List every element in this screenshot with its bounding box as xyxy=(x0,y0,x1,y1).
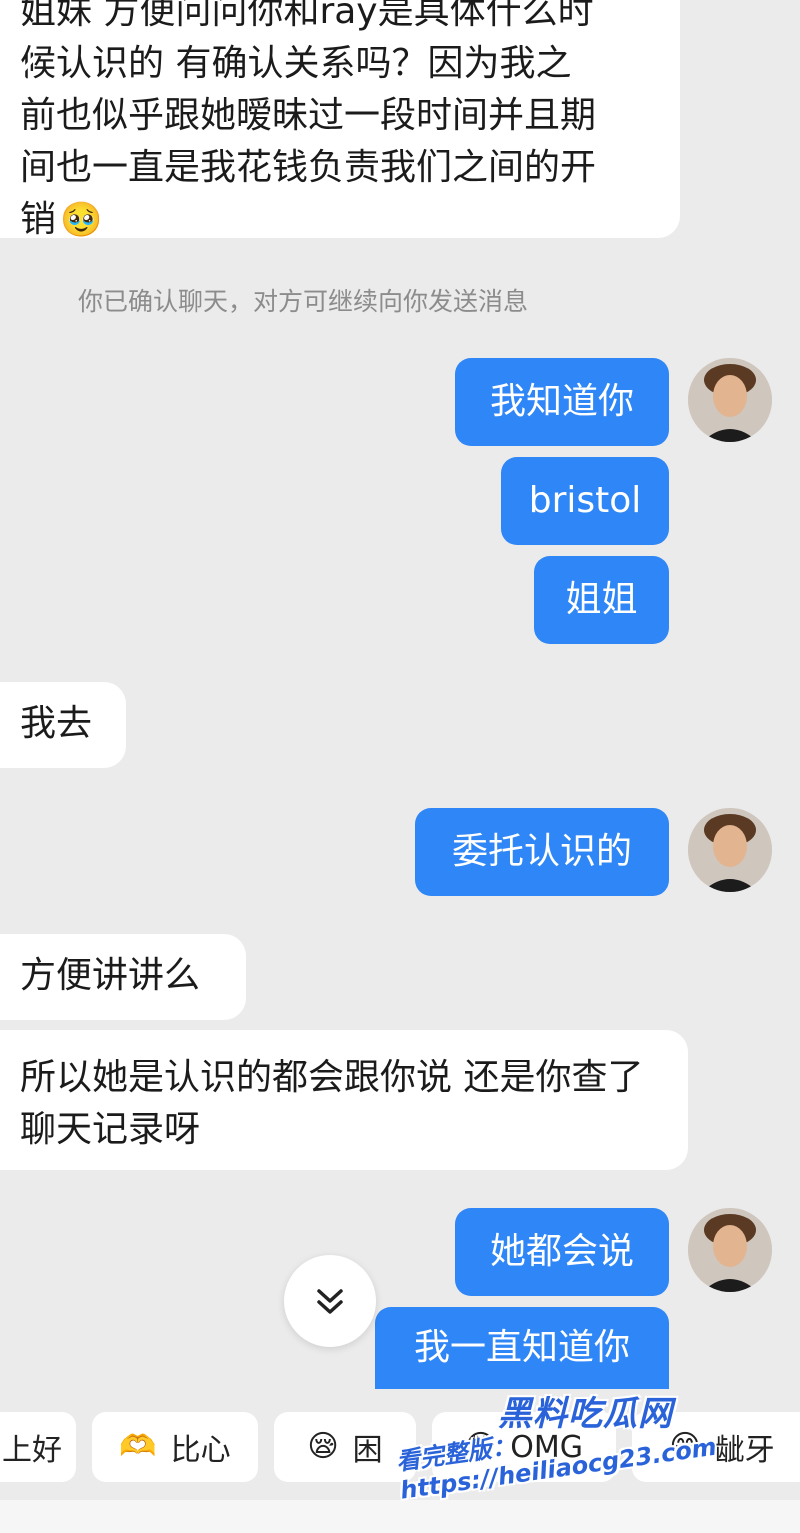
incoming-message-top: 姐妹 方便问问你和ray是具体什么时 候认识的 有确认关系吗？因为我之 前也似乎… xyxy=(0,0,680,240)
incoming-message[interactable]: 方便讲讲么 xyxy=(0,934,246,1020)
system-notice: 你已确认聊天，对方可继续向你发送消息 xyxy=(78,287,529,316)
message-line: 间也一直是我花钱负责我们之间的开 xyxy=(20,147,597,188)
outgoing-message[interactable]: bristol xyxy=(501,457,669,545)
incoming-message[interactable]: 我去 xyxy=(0,682,126,768)
input-bar[interactable] xyxy=(0,1500,800,1533)
quick-reply-label: 上好 xyxy=(2,1433,62,1468)
message-line: 候认识的 有确认关系吗？因为我之 xyxy=(20,43,572,84)
avatar[interactable] xyxy=(688,1208,772,1292)
heart-hands-icon: 🫶 xyxy=(119,1429,157,1464)
sleepy-face-icon: 😪 xyxy=(307,1429,339,1464)
quick-reply-chip[interactable]: 上好 xyxy=(0,1412,76,1482)
chevron-left-icon xyxy=(18,56,36,92)
outgoing-message[interactable]: 委托认识的 xyxy=(415,808,669,896)
back-button[interactable] xyxy=(8,52,48,96)
double-chevron-down-icon xyxy=(317,1289,343,1314)
outgoing-message[interactable]: 我一直知道你 xyxy=(375,1307,669,1389)
quick-reply-chip[interactable]: 🫶 比心 xyxy=(92,1412,258,1482)
avatar[interactable] xyxy=(688,358,772,442)
quick-reply-label: 比心 xyxy=(170,1433,231,1468)
pleading-face-icon: 🥹 xyxy=(60,200,103,240)
avatar-image xyxy=(688,358,772,442)
avatar-image xyxy=(688,808,772,892)
avatar-image xyxy=(688,1208,772,1292)
scroll-down-button[interactable] xyxy=(284,1255,376,1347)
message-line: 销 xyxy=(20,199,57,240)
message-line: 姐妹 方便问问你和ray是具体什么时 xyxy=(20,0,594,32)
quick-reply-label: 困 xyxy=(352,1433,383,1468)
outgoing-message[interactable]: 我知道你 xyxy=(455,358,669,446)
avatar[interactable] xyxy=(688,808,772,892)
outgoing-message[interactable]: 姐姐 xyxy=(534,556,669,644)
incoming-message[interactable]: 所以她是认识的都会跟你说 还是你查了聊天记录呀 xyxy=(0,1030,688,1170)
message-line: 前也似乎跟她暧昧过一段时间并且期 xyxy=(20,95,597,136)
outgoing-message[interactable]: 她都会说 xyxy=(455,1208,669,1296)
